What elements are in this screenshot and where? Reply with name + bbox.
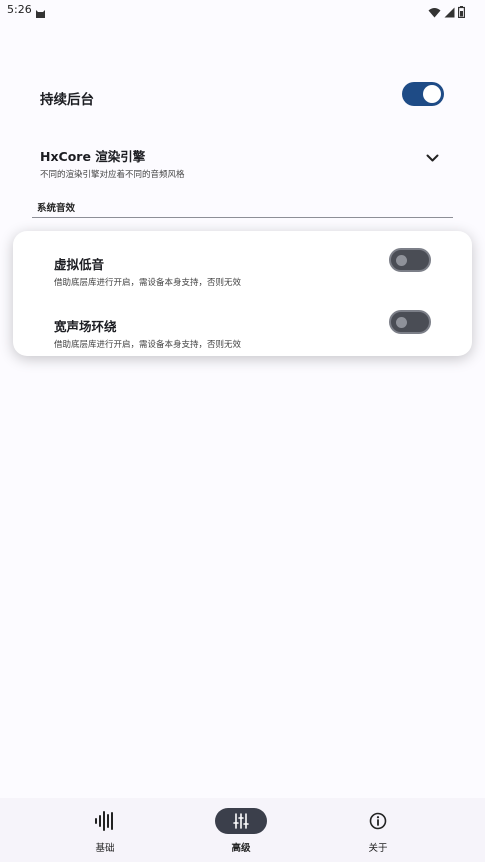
keep-background-row[interactable]: 持续后台 xyxy=(0,82,485,110)
cat-notification-icon xyxy=(35,4,46,23)
virtual-bass-title: 虚拟低音 xyxy=(54,257,105,272)
nav-label-about: 关于 xyxy=(368,843,388,854)
status-bar: 5:26 xyxy=(0,0,485,22)
wide-surround-title: 宽声场环绕 xyxy=(54,319,117,334)
keep-background-title: 持续后台 xyxy=(40,92,94,108)
engine-title: HxCore 渲染引擎 xyxy=(40,149,146,164)
virtual-bass-toggle[interactable] xyxy=(389,248,431,272)
engine-row[interactable]: HxCore 渲染引擎 不同的渲染引擎对应着不同的音频风格 xyxy=(0,145,485,181)
virtual-bass-row[interactable]: 虚拟低音 借助底层库进行开启，需设备本身支持，否则无效 xyxy=(13,248,472,288)
sliders-icon xyxy=(215,808,267,834)
toggle-knob xyxy=(423,85,441,103)
battery-icon xyxy=(458,3,466,22)
nav-label-advanced: 高级 xyxy=(231,843,251,854)
nav-item-advanced[interactable]: 高级 xyxy=(191,798,291,862)
info-icon xyxy=(365,808,391,834)
nav-item-basic[interactable]: 基础 xyxy=(55,798,155,862)
nav-label-basic: 基础 xyxy=(95,843,115,854)
chevron-down-icon[interactable] xyxy=(426,148,439,167)
system-effects-card: 虚拟低音 借助底层库进行开启，需设备本身支持，否则无效 宽声场环绕 借助底层库进… xyxy=(13,231,472,356)
wide-surround-toggle[interactable] xyxy=(389,310,431,334)
virtual-bass-subtitle: 借助底层库进行开启，需设备本身支持，否则无效 xyxy=(54,278,242,288)
wide-surround-row[interactable]: 宽声场环绕 借助底层库进行开启，需设备本身支持，否则无效 xyxy=(13,310,472,350)
wide-surround-subtitle: 借助底层库进行开启，需设备本身支持，否则无效 xyxy=(54,340,242,350)
engine-subtitle: 不同的渲染引擎对应着不同的音频风格 xyxy=(40,170,185,180)
bottom-navigation: 基础 高级 关于 xyxy=(0,798,485,862)
keep-background-toggle[interactable] xyxy=(402,82,444,106)
status-icons xyxy=(428,3,466,22)
wifi-icon xyxy=(428,3,441,22)
section-title-system-effects: 系统音效 xyxy=(37,203,76,214)
status-time: 5:26 xyxy=(7,3,32,16)
toggle-knob xyxy=(396,317,407,328)
divider xyxy=(32,217,453,218)
waveform-icon xyxy=(92,808,118,834)
signal-icon xyxy=(444,3,455,22)
nav-item-about[interactable]: 关于 xyxy=(328,798,428,862)
toggle-knob xyxy=(396,255,407,266)
